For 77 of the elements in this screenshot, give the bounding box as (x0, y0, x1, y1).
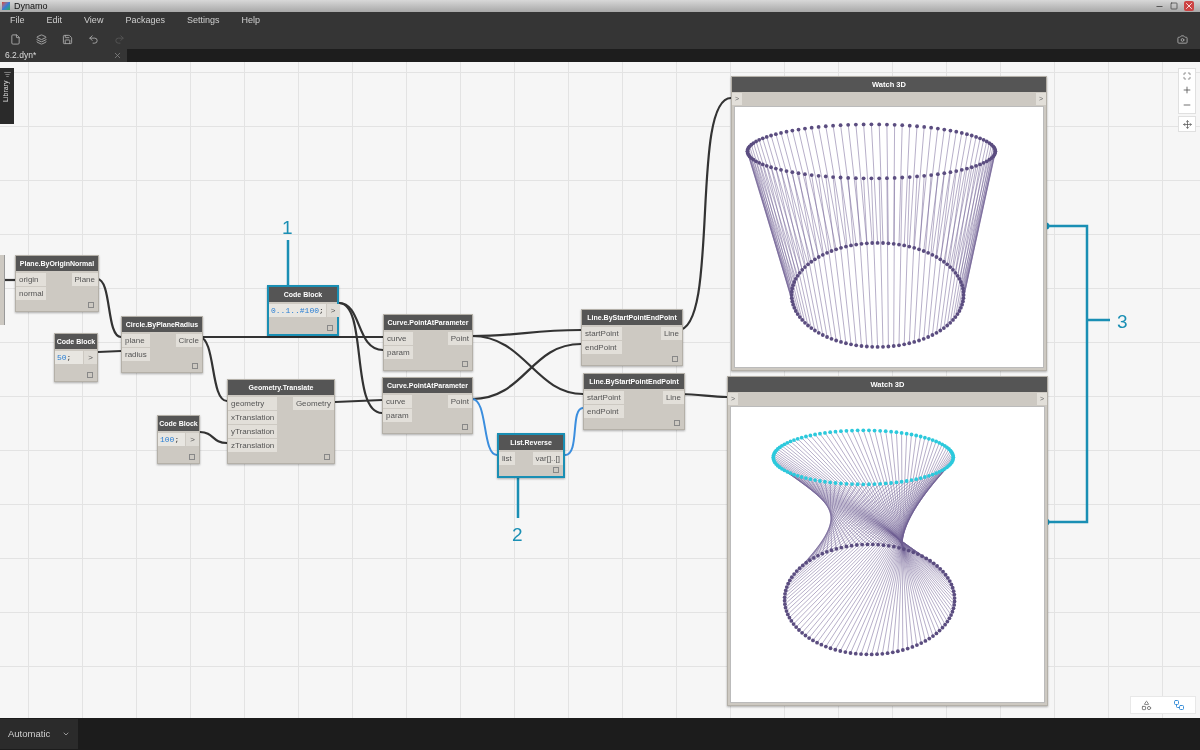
wire (97, 349, 122, 354)
output-port[interactable]: > (326, 304, 340, 317)
square-icon (88, 302, 94, 308)
code-text[interactable]: 50; (55, 351, 84, 364)
square-icon (192, 363, 198, 369)
close-icon[interactable] (113, 51, 122, 60)
menu-item[interactable]: Packages (125, 14, 165, 28)
geometry-view-icon[interactable] (1141, 699, 1153, 711)
square-icon (553, 467, 559, 473)
square-icon (462, 424, 468, 430)
pan-icon (1182, 119, 1192, 129)
input-port[interactable]: list (499, 452, 515, 465)
annotation-number: 3 (1117, 310, 1128, 334)
input-port[interactable]: param (383, 409, 412, 422)
square-icon (327, 325, 333, 331)
menu-item[interactable]: Settings (186, 14, 220, 28)
app-logo-icon (2, 2, 10, 10)
menu-item[interactable]: Help (241, 14, 260, 28)
annotation-number: 2 (512, 523, 523, 547)
leader-line (286, 240, 290, 285)
pan-button[interactable] (1178, 116, 1196, 132)
square-icon (87, 372, 93, 378)
input-port[interactable]: xTranslation (228, 411, 278, 424)
run-mode-dropdown[interactable]: Automatic (0, 719, 78, 749)
caret-icon (62, 730, 70, 738)
square-icon (672, 356, 678, 362)
output-port[interactable]: > (186, 433, 199, 446)
fit-view-icon[interactable] (1183, 72, 1191, 80)
menu-item[interactable]: View (84, 14, 104, 28)
input-port[interactable]: startPoint (584, 391, 624, 404)
input-port[interactable]: normal (16, 287, 47, 300)
input-port[interactable]: origin (16, 273, 47, 286)
square-icon (674, 420, 680, 426)
input-port[interactable]: endPoint (584, 405, 624, 418)
output-port[interactable]: Line (662, 391, 684, 404)
output-port[interactable]: Geometry (292, 397, 334, 410)
annotation-number: 1 (282, 216, 293, 240)
output-port[interactable]: Point (447, 395, 472, 408)
output-port[interactable]: Point (447, 332, 472, 345)
close-icon[interactable] (1184, 1, 1194, 11)
input-port[interactable]: geometry (228, 397, 278, 410)
open-icon[interactable] (36, 34, 47, 45)
input-port[interactable]: zTranslation (228, 439, 278, 452)
output-port[interactable]: > (84, 351, 97, 364)
input-port[interactable]: radius (122, 348, 150, 361)
square-icon (189, 454, 195, 460)
wire (564, 407, 584, 456)
input-port[interactable]: param (384, 346, 413, 359)
new-file-icon[interactable] (10, 34, 21, 45)
zoom-in-icon[interactable] (1182, 85, 1192, 95)
window-title: Dynamo (14, 0, 48, 12)
code-text[interactable]: 100; (158, 433, 186, 446)
library-icon (3, 71, 11, 78)
input-port[interactable]: curve (383, 395, 412, 408)
square-icon (324, 454, 330, 460)
input-port[interactable]: endPoint (582, 341, 622, 354)
camera-icon[interactable] (1177, 34, 1188, 45)
input-port[interactable]: plane (122, 334, 150, 347)
input-port[interactable]: curve (384, 332, 413, 345)
wire (199, 430, 228, 445)
code-text[interactable]: 0..1..#100; (269, 304, 326, 317)
save-icon[interactable] (62, 34, 73, 45)
undo-icon[interactable] (88, 34, 99, 45)
output-port[interactable]: var[]..[] (532, 452, 563, 465)
menu-item[interactable]: Edit (46, 14, 63, 28)
menu-item[interactable]: File (10, 14, 25, 28)
leader-line (516, 477, 520, 518)
file-tab[interactable]: 6.2.dyn* (0, 49, 127, 62)
square-icon (462, 361, 468, 367)
input-port[interactable]: startPoint (582, 327, 622, 340)
output-port[interactable]: Circle (175, 334, 202, 347)
wire (96, 277, 122, 339)
output-port[interactable]: Plane (71, 273, 98, 286)
graph-view-icon[interactable] (1172, 699, 1185, 711)
output-port[interactable]: Line (660, 327, 682, 340)
maximize-icon[interactable] (1170, 2, 1178, 10)
input-port[interactable]: yTranslation (228, 425, 278, 438)
